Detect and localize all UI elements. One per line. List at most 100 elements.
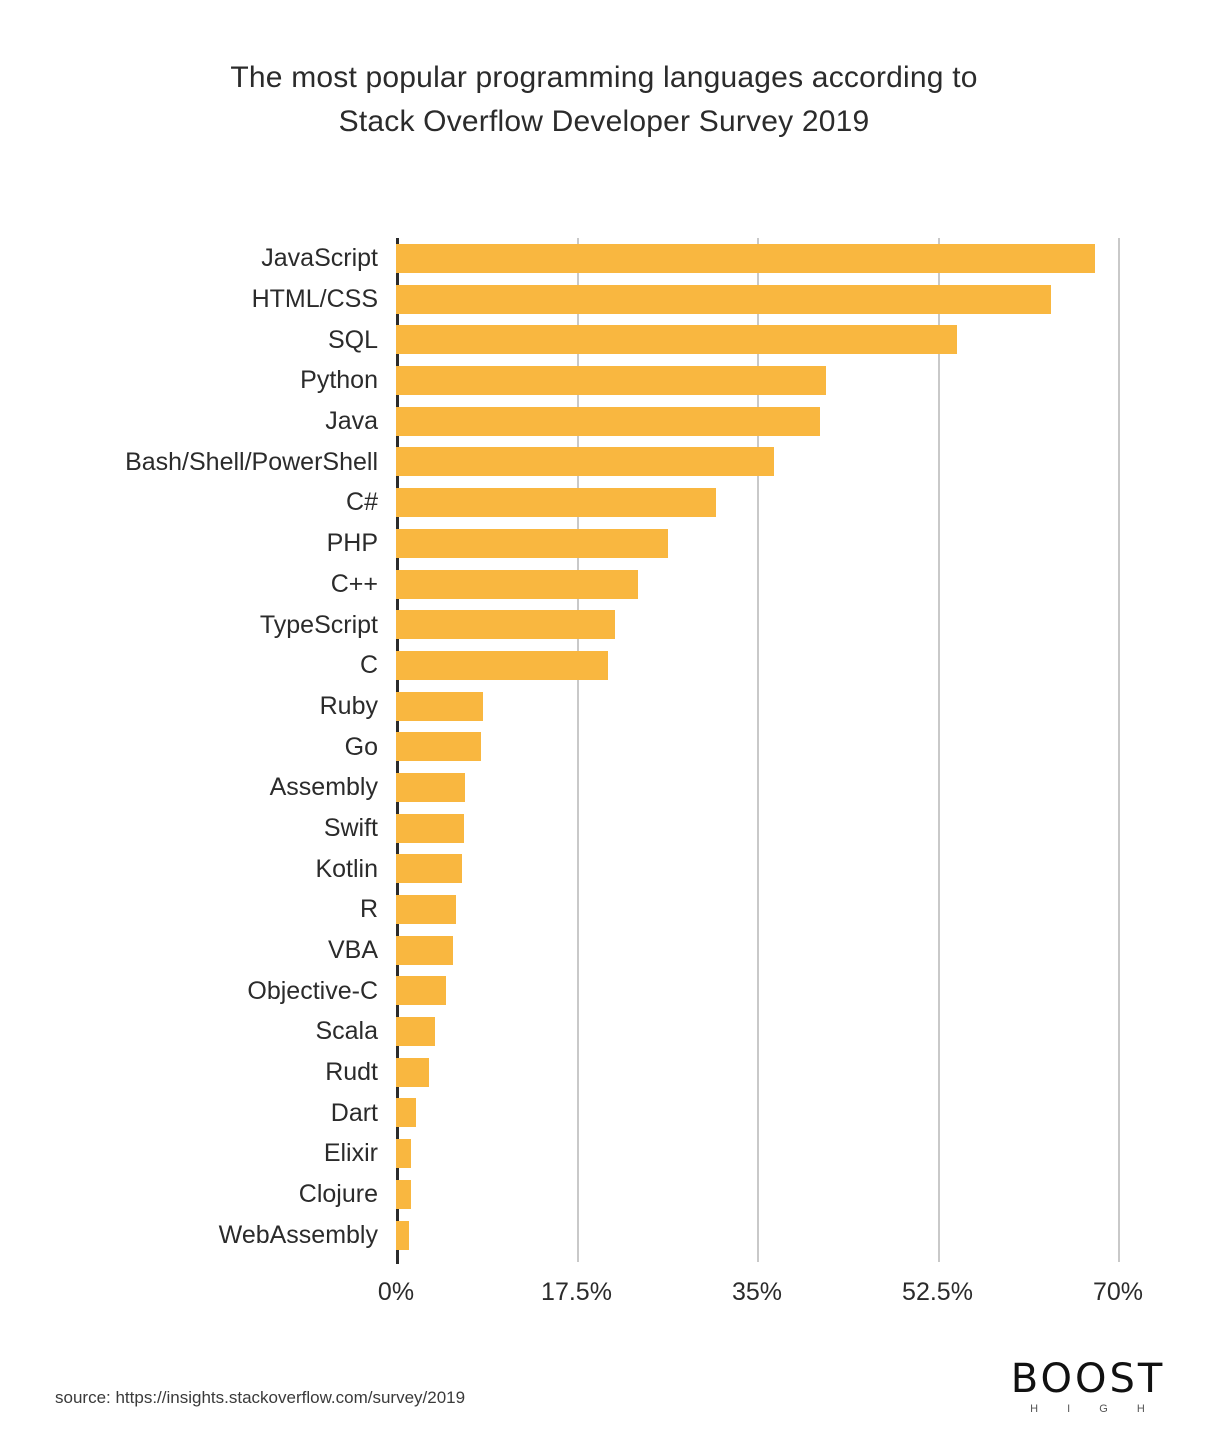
y-axis-tick-label: Python	[300, 366, 378, 395]
bar	[396, 284, 1051, 314]
bar	[396, 691, 483, 721]
bar-row	[396, 604, 1118, 645]
bar-row	[396, 1011, 1118, 1052]
bar	[396, 1098, 416, 1128]
bar-row	[396, 238, 1118, 279]
y-axis-tick-label: Bash/Shell/PowerShell	[125, 447, 378, 476]
bar-row	[396, 401, 1118, 442]
y-axis-tick-label: WebAssembly	[218, 1220, 378, 1249]
x-axis-tick-label: 52.5%	[902, 1278, 973, 1306]
y-axis-tick: Dart	[0, 1092, 388, 1133]
y-axis-tick-label: JavaScript	[261, 244, 378, 273]
y-axis-tick: WebAssembly	[0, 1215, 388, 1256]
bar-row	[396, 686, 1118, 727]
y-axis-tick: Kotlin	[0, 848, 388, 889]
bar-row	[396, 1215, 1118, 1256]
y-axis-tick: Java	[0, 401, 388, 442]
y-axis-tick: Bash/Shell/PowerShell	[0, 441, 388, 482]
bar	[396, 406, 820, 436]
y-axis-tick: Go	[0, 726, 388, 767]
title-line-1: The most popular programming languages a…	[230, 61, 978, 94]
y-axis-tick: C	[0, 645, 388, 686]
bar	[396, 854, 462, 884]
bar-row	[396, 319, 1118, 360]
y-axis-tick: Rudt	[0, 1052, 388, 1093]
bar	[396, 1017, 436, 1047]
bar-row	[396, 889, 1118, 930]
y-axis-tick-label: Assembly	[269, 773, 378, 802]
bar-row	[396, 523, 1118, 564]
bar	[396, 1057, 429, 1087]
y-axis-tick-label: C++	[330, 569, 378, 598]
y-axis-tick-label: Elixir	[323, 1139, 378, 1168]
bar-row	[396, 1174, 1118, 1215]
bar-row	[396, 1133, 1118, 1174]
source-note: source: https://insights.stackoverflow.c…	[55, 1388, 466, 1407]
bar-rows	[396, 238, 1118, 1255]
bar-row	[396, 848, 1118, 889]
y-axis-tick-label: Dart	[330, 1098, 378, 1127]
bar	[396, 366, 827, 396]
y-axis-tick-label: C#	[346, 488, 378, 517]
bar	[396, 1179, 412, 1209]
bar	[396, 935, 453, 965]
y-axis-tick-label: Swift	[323, 813, 378, 842]
y-axis-tick-label: R	[359, 895, 378, 924]
y-axis-tick-label: HTML/CSS	[251, 285, 378, 314]
bar	[396, 976, 446, 1006]
bar-row	[396, 930, 1118, 971]
bar-row	[396, 808, 1118, 849]
bar	[396, 650, 609, 680]
plot-area	[396, 238, 1120, 1262]
x-axis-tick-label: 17.5%	[541, 1278, 612, 1306]
y-axis-tick: Ruby	[0, 686, 388, 727]
y-axis-tick: PHP	[0, 523, 388, 564]
y-axis-tick-label: Clojure	[298, 1180, 378, 1209]
y-axis-tick: C#	[0, 482, 388, 523]
x-axis-tick-label: 0%	[377, 1278, 415, 1306]
y-axis-tick: Clojure	[0, 1174, 388, 1215]
bar	[396, 488, 716, 518]
y-axis-tick: Objective-C	[0, 970, 388, 1011]
y-axis-tick-label: VBA	[327, 936, 378, 965]
y-axis-tick-label: Go	[344, 732, 378, 761]
y-axis-tick-label: Kotlin	[315, 854, 378, 883]
bar-row	[396, 564, 1118, 605]
y-axis-tick-label: C	[359, 651, 378, 680]
y-axis-labels: JavaScript HTML/CSS SQL Python Java Bash/Shel…	[0, 238, 388, 1255]
y-axis-tick: Python	[0, 360, 388, 401]
y-axis-tick: VBA	[0, 930, 388, 971]
bar	[396, 1139, 412, 1169]
y-axis-tick: R	[0, 889, 388, 930]
y-axis-tick: HTML/CSS	[0, 279, 388, 320]
y-axis-tick: Swift	[0, 808, 388, 849]
x-axis-labels: 0% 17.5% 35% 52.5% 70%	[378, 1277, 1143, 1317]
y-axis-tick: Scala	[0, 1011, 388, 1052]
bar-row	[396, 767, 1118, 808]
bar	[396, 732, 481, 762]
y-axis-tick-label: Rudt	[325, 1058, 378, 1087]
page-title: The most popular programming languages a…	[0, 56, 1208, 144]
bar-row	[396, 645, 1118, 686]
y-axis-tick: Assembly	[0, 767, 388, 808]
y-axis-tick-label: SQL	[327, 325, 378, 354]
bar-row	[396, 970, 1118, 1011]
title-line-2: Stack Overflow Developer Survey 2019	[338, 105, 870, 138]
bar	[396, 244, 1096, 273]
y-axis-tick: JavaScript	[0, 238, 388, 279]
bar-row	[396, 441, 1118, 482]
x-axis-tick-label: 70%	[1092, 1278, 1144, 1306]
gridline-70%	[1118, 238, 1120, 1262]
bar	[396, 528, 669, 558]
bar	[396, 895, 456, 924]
y-axis-tick-label: Objective-C	[247, 976, 378, 1005]
y-axis-tick-label: Scala	[315, 1017, 378, 1046]
y-axis-tick: SQL	[0, 319, 388, 360]
bar-row	[396, 1052, 1118, 1093]
bar	[396, 772, 466, 802]
bar	[396, 1220, 410, 1250]
boost-high-logo: BOOST H I G H	[1004, 1358, 1172, 1415]
bar	[396, 325, 958, 355]
bar-row	[396, 360, 1118, 401]
y-axis-tick-label: Java	[325, 407, 378, 436]
